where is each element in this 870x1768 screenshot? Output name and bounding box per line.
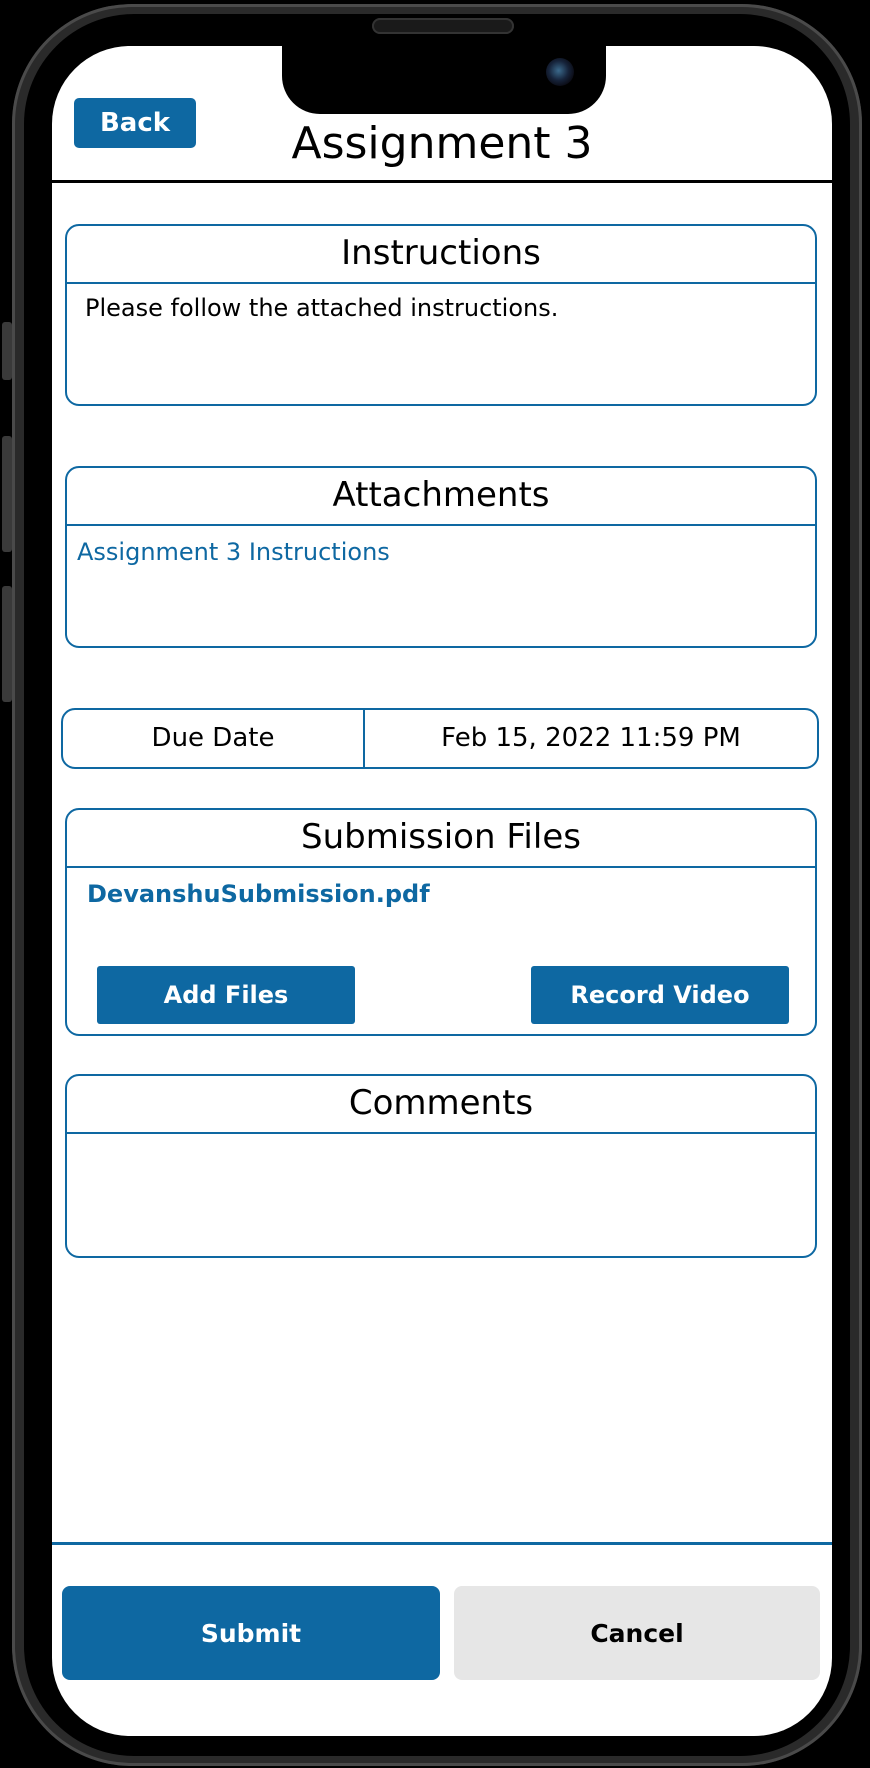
due-date-label: Due Date xyxy=(63,710,365,767)
record-video-button[interactable]: Record Video xyxy=(531,966,789,1024)
instructions-heading: Instructions xyxy=(67,226,815,284)
add-files-button[interactable]: Add Files xyxy=(97,966,355,1024)
phone-frame: Back Assignment 3 Instructions Please fo… xyxy=(0,0,870,1768)
attachments-panel: Attachments Assignment 3 Instructions xyxy=(65,466,817,648)
speaker-grille xyxy=(372,18,514,34)
volume-down-button xyxy=(2,586,12,702)
mute-switch xyxy=(2,322,12,380)
submission-file-link[interactable]: DevanshuSubmission.pdf xyxy=(67,868,815,920)
submission-files-heading: Submission Files xyxy=(67,810,815,868)
front-camera-icon xyxy=(546,58,574,86)
comments-panel: Comments xyxy=(65,1074,817,1258)
footer-divider xyxy=(52,1542,832,1545)
app-screen: Back Assignment 3 Instructions Please fo… xyxy=(52,46,832,1736)
submit-button[interactable]: Submit xyxy=(62,1586,440,1680)
due-date-value: Feb 15, 2022 11:59 PM xyxy=(441,723,741,753)
attachment-link[interactable]: Assignment 3 Instructions xyxy=(67,526,815,578)
page-title: Assignment 3 xyxy=(291,118,593,169)
instructions-text: Please follow the attached instructions. xyxy=(85,294,559,322)
header-divider xyxy=(52,180,832,183)
cancel-button[interactable]: Cancel xyxy=(454,1586,820,1680)
attachments-heading: Attachments xyxy=(67,468,815,526)
instructions-panel: Instructions Please follow the attached … xyxy=(65,224,817,406)
camera-notch xyxy=(282,46,606,114)
comments-field[interactable] xyxy=(67,1134,815,1258)
due-date-row: Due Date Feb 15, 2022 11:59 PM xyxy=(61,708,819,769)
volume-up-button xyxy=(2,436,12,552)
comments-heading: Comments xyxy=(67,1076,815,1134)
submission-files-panel: Submission Files DevanshuSubmission.pdf … xyxy=(65,808,817,1036)
